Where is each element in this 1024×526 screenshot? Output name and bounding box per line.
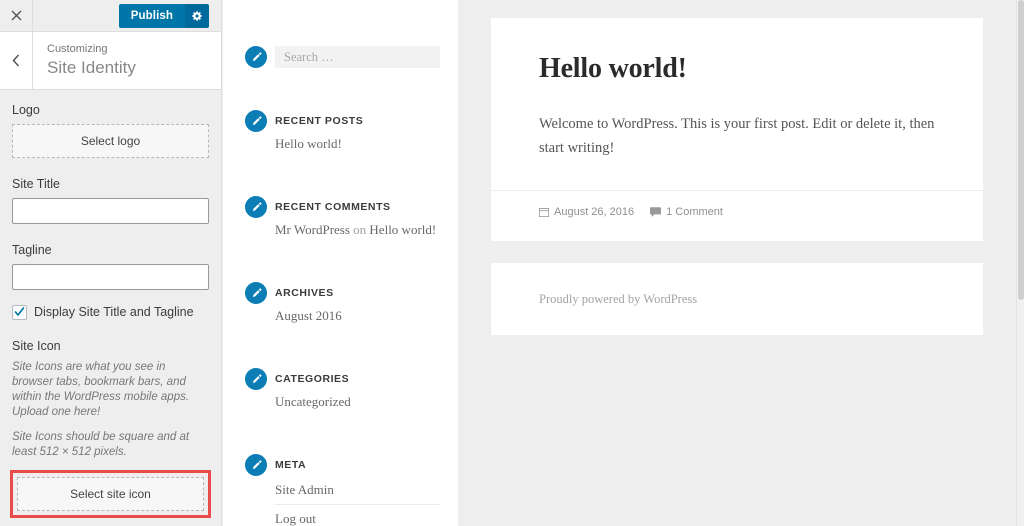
widget-recent-posts: RECENT POSTS Hello world! <box>237 110 440 156</box>
widget-meta: META Site Admin Log out <box>237 454 440 526</box>
widget-title: ARCHIVES <box>275 287 334 299</box>
widget-title: RECENT POSTS <box>275 115 364 127</box>
customizer-controls: Logo Select logo Site Title Tagline Disp… <box>0 90 221 518</box>
site-icon-description-1: Site Icons are what you see in browser t… <box>12 361 190 418</box>
calendar-icon <box>539 207 549 217</box>
page-scrollbar[interactable] <box>1016 0 1024 526</box>
site-footer: Proudly powered by WordPress <box>491 263 983 335</box>
publish-button-label: Publish <box>118 4 185 28</box>
chevron-left-icon[interactable] <box>0 32 33 89</box>
post-date[interactable]: August 26, 2016 <box>539 205 634 219</box>
breadcrumb: Customizing <box>47 43 108 55</box>
scrollbar-thumb[interactable] <box>1018 0 1024 300</box>
gear-icon[interactable] <box>185 4 209 28</box>
display-title-tagline-checkbox[interactable]: Display Site Title and Tagline <box>12 304 209 320</box>
footer-credit[interactable]: Proudly powered by WordPress <box>539 292 697 306</box>
site-title-input[interactable] <box>12 198 209 224</box>
comment-on-text: on <box>353 222 367 237</box>
customizer-section-header: Customizing Site Identity <box>0 32 221 90</box>
widget-recent-comments: RECENT COMMENTS Mr WordPress on Hello wo… <box>237 196 440 242</box>
widget-archives: ARCHIVES August 2016 <box>237 282 440 328</box>
post-date-text: August 26, 2016 <box>554 206 635 218</box>
select-logo-button[interactable]: Select logo <box>12 124 209 158</box>
post-title[interactable]: Hello world! <box>539 52 935 86</box>
customizer-panel: Publish Customizing Site Identity Logo S… <box>0 0 222 526</box>
edit-pencil-icon[interactable] <box>245 368 267 390</box>
list-item[interactable]: Hello world! <box>275 132 440 156</box>
preview-widget-sidebar: Search … RECENT POSTS Hello world! RECEN… <box>223 0 458 526</box>
customizer-header: Publish <box>0 0 221 32</box>
page-title: Site Identity <box>47 58 136 77</box>
post-article: Hello world! Welcome to WordPress. This … <box>491 18 983 190</box>
customizer-screen: Publish Customizing Site Identity Logo S… <box>0 0 1024 526</box>
edit-pencil-icon[interactable] <box>245 110 267 132</box>
logo-label: Logo <box>12 103 40 117</box>
publish-button[interactable]: Publish <box>118 4 209 28</box>
widget-title: RECENT COMMENTS <box>275 201 391 213</box>
checkbox-box <box>12 304 27 320</box>
post-comments[interactable]: 1 Comment <box>650 205 723 219</box>
comment-bubble-icon <box>650 207 662 217</box>
edit-pencil-icon[interactable] <box>245 46 267 68</box>
edit-pencil-icon[interactable] <box>245 454 267 476</box>
comment-post-title[interactable]: Hello world! <box>369 222 436 237</box>
list-item[interactable]: August 2016 <box>275 304 440 328</box>
site-icon-label: Site Icon <box>12 339 61 353</box>
list-item[interactable]: Mr WordPress on Hello world! <box>275 218 440 242</box>
meta-links: Site Admin Log out <box>275 476 440 526</box>
post-comments-text: 1 Comment <box>666 206 723 218</box>
site-icon-description-2: Site Icons should be square and at least… <box>12 431 190 458</box>
site-title-label: Site Title <box>12 177 60 191</box>
edit-pencil-icon[interactable] <box>245 196 267 218</box>
tagline-label: Tagline <box>12 243 52 257</box>
list-item[interactable]: Log out <box>275 505 440 526</box>
widget-title: CATEGORIES <box>275 373 350 385</box>
select-site-icon-button[interactable]: Select site icon <box>17 477 204 511</box>
close-icon[interactable] <box>0 0 33 31</box>
widget-search: Search … <box>237 46 440 68</box>
list-item[interactable]: Uncategorized <box>275 390 440 414</box>
widget-categories: CATEGORIES Uncategorized <box>237 368 440 414</box>
customizer-titles: Customizing Site Identity <box>33 32 136 89</box>
post-body: Welcome to WordPress. This is your first… <box>539 116 935 156</box>
site-icon-highlight: Select site icon <box>10 470 211 518</box>
widget-title: META <box>275 459 307 471</box>
list-item[interactable]: Site Admin <box>275 476 440 505</box>
preview-content: Hello world! Welcome to WordPress. This … <box>458 0 1016 526</box>
site-preview: Search … RECENT POSTS Hello world! RECEN… <box>223 0 1016 526</box>
tagline-input[interactable] <box>12 264 209 290</box>
checkbox-label: Display Site Title and Tagline <box>34 305 194 319</box>
comment-author: Mr WordPress <box>275 222 350 237</box>
search-input[interactable]: Search … <box>275 46 440 68</box>
post-entry-footer: August 26, 2016 1 Comment <box>491 190 983 241</box>
edit-pencil-icon[interactable] <box>245 282 267 304</box>
